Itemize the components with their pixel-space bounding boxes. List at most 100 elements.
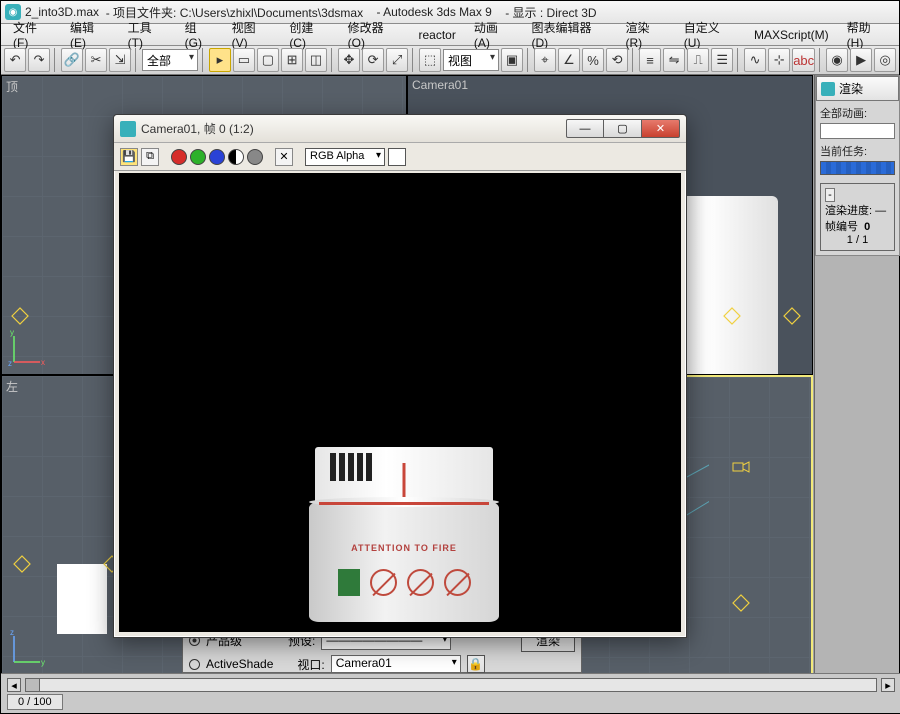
menu-animation[interactable]: 动画(A) (466, 17, 522, 52)
channel-blue-button[interactable] (209, 149, 225, 165)
frame-display: 0 / 100 (7, 694, 63, 710)
attention-label: ATTENTION TO FIRE (309, 543, 499, 553)
curve-editor-button[interactable]: ∿ (744, 48, 766, 72)
schematic-button[interactable]: ⊹ (768, 48, 790, 72)
viewport-label: 左 (6, 378, 18, 395)
minimize-button[interactable]: — (566, 119, 604, 138)
scroll-right-icon[interactable]: ▸ (881, 678, 895, 692)
gizmo-icon (12, 554, 32, 574)
render-last-button[interactable]: ◎ (874, 48, 896, 72)
viewmode-dropdown[interactable]: 视图 (443, 49, 499, 71)
unlink-button[interactable]: ✂ (85, 48, 107, 72)
menu-help[interactable]: 帮助(H) (839, 17, 895, 52)
frame-label: 帧编号 (825, 221, 858, 233)
scroll-left-icon[interactable]: ◂ (7, 678, 21, 692)
lock-icon[interactable]: 🔒 (467, 655, 485, 673)
progress-label: 渲染进度: (825, 205, 872, 217)
spinner-snap-button[interactable]: ⟲ (606, 48, 628, 72)
select-button[interactable]: ▸ (209, 48, 231, 72)
menu-group[interactable]: 组(G) (177, 17, 222, 52)
viewport-label: 顶 (6, 78, 18, 95)
layer-button[interactable]: ☰ (711, 48, 733, 72)
menu-render[interactable]: 渲染(R) (617, 17, 673, 52)
render-window-icon (821, 82, 835, 96)
frame-value: 0 (864, 221, 870, 233)
percent-snap-button[interactable]: % (582, 48, 604, 72)
channel-dropdown[interactable]: RGB Alpha (305, 148, 385, 166)
right-panel: 渲染 全部动画: 当前任务: - 渲染进度: — 帧编号 0 1 / 1 (814, 75, 899, 675)
svg-text:z: z (8, 359, 12, 368)
gizmo-icon (731, 593, 751, 613)
mirror-button[interactable]: ⇋ (663, 48, 685, 72)
rotate-button[interactable]: ⟳ (362, 48, 384, 72)
menu-file[interactable]: 文件(F) (5, 17, 60, 52)
svg-text:x: x (41, 358, 45, 367)
select-window-button[interactable]: ⊞ (281, 48, 303, 72)
frame-total: 1 / 1 (825, 234, 890, 246)
render-viewport[interactable]: ATTENTION TO FIRE (119, 173, 681, 632)
material-button[interactable]: abc (792, 48, 815, 72)
maximize-button[interactable]: ▢ (604, 119, 642, 138)
svg-text:y: y (41, 658, 45, 667)
anim-field[interactable] (820, 123, 895, 139)
center-pivot-button[interactable]: ▣ (501, 48, 523, 72)
menu-modifier[interactable]: 修改器(O) (340, 17, 409, 52)
selection-scope-dropdown[interactable]: 全部 (142, 49, 198, 71)
camera-gizmo-icon (731, 457, 751, 477)
reference-coord-button[interactable]: ⬚ (419, 48, 441, 72)
bind-button[interactable]: ⇲ (109, 48, 131, 72)
menu-maxscript[interactable]: MAXScript(M) (746, 26, 837, 44)
radio-activeshade[interactable] (189, 659, 200, 670)
redo-button[interactable]: ↷ (28, 48, 50, 72)
angle-snap-button[interactable]: ∠ (558, 48, 580, 72)
quick-render-button[interactable]: ▶ (850, 48, 872, 72)
channel-green-button[interactable] (190, 149, 206, 165)
menu-graph[interactable]: 图表编辑器(D) (523, 17, 615, 52)
scroll-track[interactable] (25, 678, 877, 692)
render-progress-panel: 渲染 全部动画: 当前任务: - 渲染进度: — 帧编号 0 1 / 1 (815, 75, 900, 256)
bg-color-swatch[interactable] (388, 148, 406, 166)
scale-button[interactable]: ⤢ (386, 48, 408, 72)
status-bar: ◂ ▸ 0 / 100 (1, 673, 900, 713)
svg-text:z: z (10, 628, 14, 637)
clone-button[interactable]: ⧉ (141, 148, 159, 166)
collapse-icon[interactable]: - (825, 188, 835, 202)
save-image-button[interactable]: 💾 (120, 148, 138, 166)
channel-mono-button[interactable] (247, 149, 263, 165)
channel-alpha-button[interactable] (228, 149, 244, 165)
clear-button[interactable]: ✕ (275, 148, 293, 166)
select-crossing-button[interactable]: ◫ (305, 48, 327, 72)
close-button[interactable]: ✕ (642, 119, 680, 138)
snap-button[interactable]: ⌖ (534, 48, 556, 72)
anim-label: 全部动画: (820, 105, 895, 121)
select-name-button[interactable]: ▭ (233, 48, 255, 72)
render-panel-title: 渲染 (839, 80, 863, 97)
menu-customize[interactable]: 自定义(U) (676, 17, 744, 52)
render-window-toolbar: 💾 ⧉ ✕ RGB Alpha (114, 143, 686, 171)
select-rect-button[interactable]: ▢ (257, 48, 279, 72)
viewport-dropdown[interactable]: Camera01 (331, 655, 461, 673)
frame-box: - 渲染进度: — 帧编号 0 1 / 1 (820, 183, 895, 251)
named-sel-button[interactable]: ≡ (639, 48, 661, 72)
render-button[interactable]: ◉ (826, 48, 848, 72)
link-button[interactable]: 🔗 (61, 48, 83, 72)
align-button[interactable]: ⎍ (687, 48, 709, 72)
gizmo-icon (10, 306, 30, 326)
menu-view[interactable]: 视图(V) (224, 17, 280, 52)
undo-button[interactable]: ↶ (4, 48, 26, 72)
svg-text:y: y (10, 328, 14, 337)
menu-reactor[interactable]: reactor (410, 26, 463, 44)
time-slider[interactable]: ◂ ▸ (7, 678, 895, 692)
viewport-label: Camera01 (412, 78, 468, 92)
gizmo-icon (722, 306, 742, 326)
menu-create[interactable]: 创建(C) (281, 17, 337, 52)
move-button[interactable]: ✥ (338, 48, 360, 72)
render-window-titlebar[interactable]: Camera01, 帧 0 (1:2) — ▢ ✕ (114, 115, 686, 143)
menu-tools[interactable]: 工具(T) (120, 17, 175, 52)
prohibit-icon (407, 569, 434, 596)
model-side (57, 564, 107, 634)
menu-bar: 文件(F) 编辑(E) 工具(T) 组(G) 视图(V) 创建(C) 修改器(O… (1, 24, 899, 46)
menu-edit[interactable]: 编辑(E) (62, 17, 118, 52)
channel-red-button[interactable] (171, 149, 187, 165)
render-output-window[interactable]: Camera01, 帧 0 (1:2) — ▢ ✕ 💾 ⧉ ✕ RGB Alph… (113, 114, 687, 638)
